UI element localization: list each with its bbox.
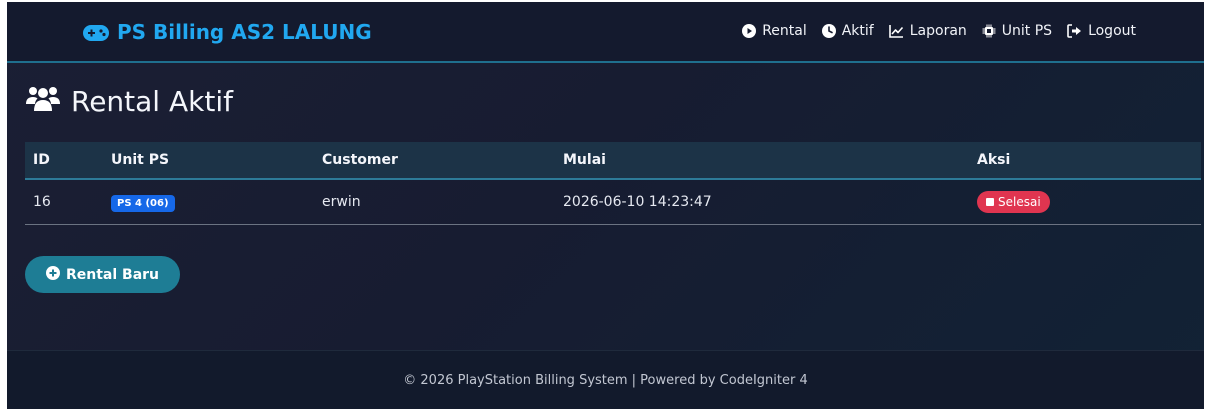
page-title: Rental Aktif xyxy=(25,84,233,119)
brand-link[interactable]: PS Billing AS2 LALUNG xyxy=(83,20,372,44)
play-circle-icon xyxy=(742,24,757,38)
nav-item-label: Laporan xyxy=(909,23,967,39)
plus-circle-icon xyxy=(45,265,60,284)
page-title-text: Rental Aktif xyxy=(71,85,233,118)
users-icon xyxy=(25,84,61,119)
nav-item-laporan[interactable]: Laporan xyxy=(888,23,967,39)
new-rental-button[interactable]: Rental Baru xyxy=(25,256,180,293)
nav-menu: Rental Aktif Laporan Unit PS Logout xyxy=(742,23,1136,39)
gamepad-icon xyxy=(83,23,109,41)
cell-id: 16 xyxy=(33,194,51,210)
nav-item-logout[interactable]: Logout xyxy=(1067,23,1136,39)
navbar: PS Billing AS2 LALUNG Rental Aktif Lapor… xyxy=(7,2,1204,63)
table-header: ID Unit PS Customer Mulai Aksi xyxy=(25,142,1201,180)
header-id: ID xyxy=(33,152,50,168)
new-rental-label: Rental Baru xyxy=(65,266,160,283)
nav-item-label: Logout xyxy=(1088,23,1136,39)
finish-button-label: Selesai xyxy=(998,195,1041,209)
chart-line-icon xyxy=(888,24,904,38)
footer: © 2026 PlayStation Billing System | Powe… xyxy=(7,350,1204,409)
rental-table: ID Unit PS Customer Mulai Aksi 16 PS 4 (… xyxy=(25,142,1201,225)
cell-customer: erwin xyxy=(322,194,361,210)
cell-action: Selesai xyxy=(977,191,1050,213)
cell-unit: PS 4 (06) xyxy=(111,194,175,212)
header-unit-ps: Unit PS xyxy=(111,152,170,168)
header-start: Mulai xyxy=(563,152,606,168)
nav-item-label: Aktif xyxy=(841,23,874,39)
header-action: Aksi xyxy=(977,152,1011,168)
table-row: 16 PS 4 (06) erwin 2026-06-10 14:23:47 S… xyxy=(25,180,1201,225)
nav-item-label: Rental xyxy=(762,23,807,39)
nav-item-unit-ps[interactable]: Unit PS xyxy=(982,23,1052,39)
clock-icon xyxy=(821,24,836,38)
nav-item-rental[interactable]: Rental xyxy=(742,23,807,39)
nav-item-aktif[interactable]: Aktif xyxy=(821,23,874,39)
cell-start: 2026-06-10 14:23:47 xyxy=(563,194,712,210)
nav-item-label: Unit PS xyxy=(1001,23,1053,39)
brand-title: PS Billing AS2 LALUNG xyxy=(117,20,372,44)
finish-button[interactable]: Selesai xyxy=(977,191,1050,213)
header-customer: Customer xyxy=(322,152,398,168)
stop-icon xyxy=(986,198,994,206)
footer-text: © 2026 PlayStation Billing System | Powe… xyxy=(403,372,808,388)
logout-icon xyxy=(1067,24,1082,38)
unit-badge: PS 4 (06) xyxy=(111,195,175,212)
app-window: PS Billing AS2 LALUNG Rental Aktif Lapor… xyxy=(7,2,1204,409)
chip-icon xyxy=(982,24,996,38)
